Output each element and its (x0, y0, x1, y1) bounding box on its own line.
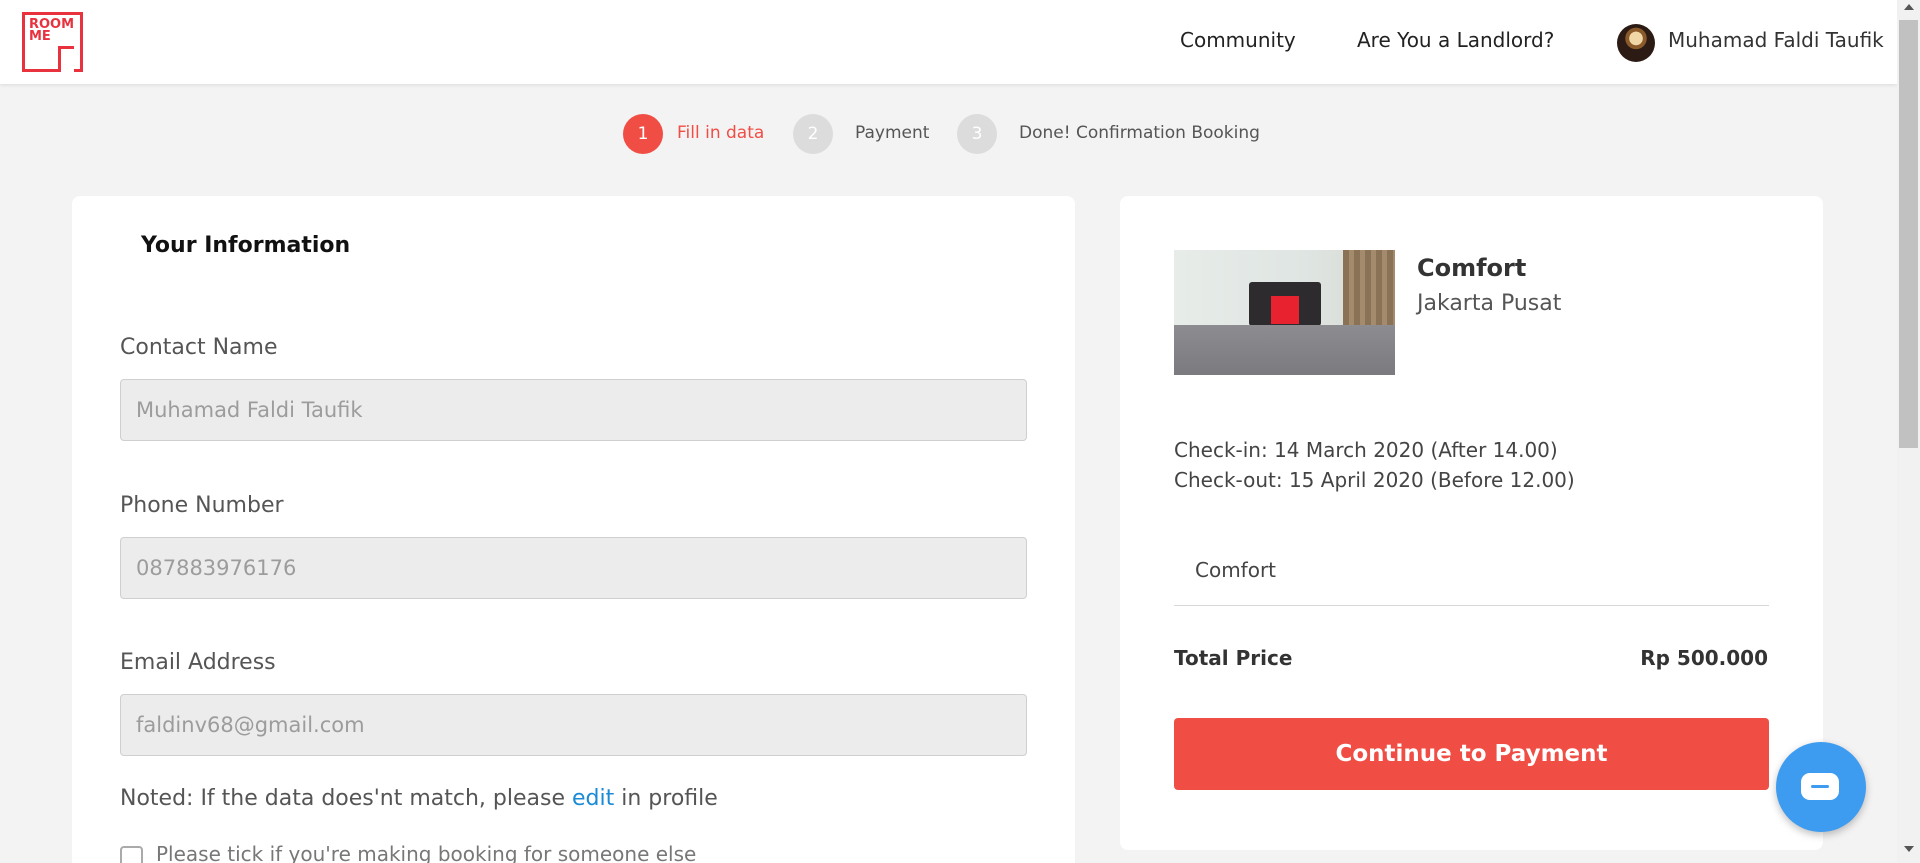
logo-corner-shape (58, 46, 74, 72)
contact-name-field[interactable] (120, 379, 1027, 441)
step-2-circle: 2 (793, 114, 833, 154)
scrollbar-thumb[interactable] (1899, 20, 1918, 448)
booking-for-someone-label[interactable]: Please tick if you're making booking for… (156, 842, 696, 863)
nav-community-link[interactable]: Community (1180, 28, 1296, 52)
scroll-up-arrow-icon[interactable] (1904, 4, 1914, 10)
total-price-label: Total Price (1174, 646, 1293, 670)
room-photo-bed (1174, 325, 1395, 375)
user-avatar[interactable] (1617, 24, 1655, 62)
total-price-value: Rp 500.000 (1640, 646, 1768, 670)
note-suffix: in profile (614, 786, 718, 811)
scroll-down-arrow-icon[interactable] (1904, 846, 1914, 852)
note-prefix: Noted: If the data does'nt match, please (120, 786, 572, 811)
room-name: Comfort (1417, 254, 1527, 282)
top-navbar: ROOM ME Community Are You a Landlord? Mu… (0, 0, 1897, 84)
your-information-title: Your Information (141, 233, 351, 258)
your-information-card (72, 196, 1075, 863)
roomme-logo[interactable]: ROOM ME (22, 12, 83, 72)
email-address-label: Email Address (120, 650, 276, 675)
profile-note: Noted: If the data does'nt match, please… (120, 786, 718, 811)
room-photo-pillow (1271, 296, 1299, 324)
checkin-date: Check-in: 14 March 2020 (After 14.00) (1174, 438, 1558, 462)
phone-number-field[interactable] (120, 537, 1027, 599)
room-type: Comfort (1195, 558, 1277, 582)
step-3-circle: 3 (957, 114, 997, 154)
chat-icon-line (1811, 785, 1829, 788)
logo-text: ROOM ME (29, 17, 75, 44)
email-address-field[interactable] (120, 694, 1027, 756)
step-1-label: Fill in data (677, 123, 765, 143)
summary-divider (1174, 605, 1769, 606)
step-3-label: Done! Confirmation Booking (1019, 123, 1260, 143)
step-2-label: Payment (855, 123, 930, 143)
phone-number-label: Phone Number (120, 493, 284, 518)
contact-name-label: Contact Name (120, 335, 278, 360)
edit-profile-link[interactable]: edit (572, 786, 614, 811)
room-photo (1174, 250, 1395, 375)
user-name-menu[interactable]: Muhamad Faldi Taufik (1668, 28, 1884, 52)
checkout-date: Check-out: 15 April 2020 (Before 12.00) (1174, 468, 1575, 492)
booking-for-someone-checkbox[interactable] (120, 846, 143, 863)
room-location: Jakarta Pusat (1417, 291, 1562, 316)
continue-to-payment-button[interactable]: Continue to Payment (1174, 718, 1769, 790)
nav-landlord-link[interactable]: Are You a Landlord? (1357, 28, 1554, 52)
step-1-circle: 1 (623, 114, 663, 154)
